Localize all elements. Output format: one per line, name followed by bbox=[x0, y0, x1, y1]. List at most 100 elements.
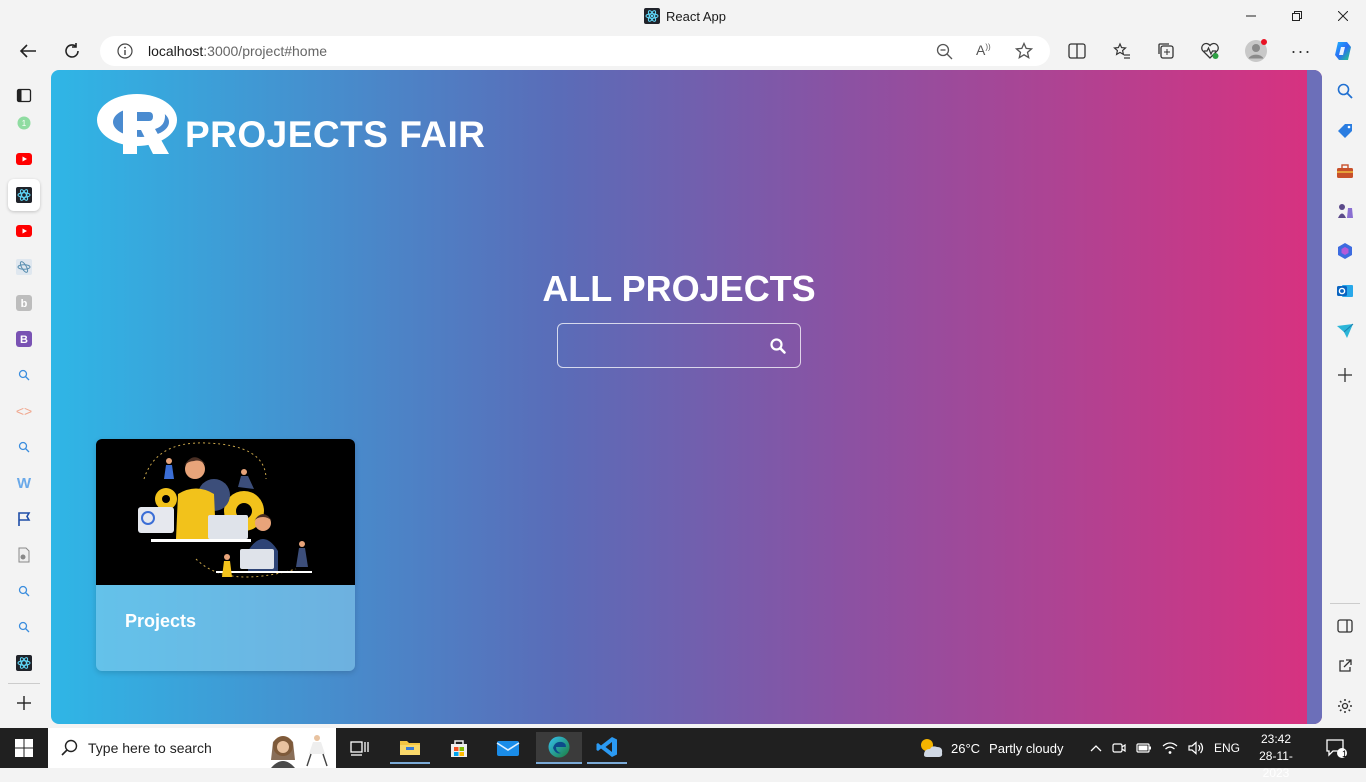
sidebar-games-button[interactable] bbox=[1332, 198, 1358, 224]
file-settings-icon bbox=[18, 547, 30, 563]
avatar-icon bbox=[1245, 39, 1267, 62]
browser-essentials-button[interactable] bbox=[1193, 32, 1227, 70]
tab-youtube-1[interactable] bbox=[8, 143, 40, 175]
search-icon bbox=[18, 369, 30, 381]
battery-icon[interactable] bbox=[1136, 742, 1152, 754]
taskbar-search-box[interactable]: Type here to search bbox=[48, 728, 336, 768]
tab-flag[interactable] bbox=[8, 503, 40, 535]
bootstrap-icon: B bbox=[16, 331, 32, 347]
volume-icon[interactable] bbox=[1188, 741, 1204, 755]
read-aloud-icon[interactable]: A)) bbox=[976, 42, 991, 58]
search-highlight-illustration bbox=[271, 735, 328, 768]
microsoft-store-button[interactable] bbox=[439, 732, 479, 764]
tab-react-docs[interactable] bbox=[8, 251, 40, 283]
minimize-button[interactable] bbox=[1228, 0, 1274, 32]
split-screen-button[interactable] bbox=[1060, 32, 1094, 70]
window-titlebar: React App bbox=[0, 0, 1366, 32]
copilot-icon bbox=[1335, 42, 1351, 60]
edge-sidebar bbox=[1324, 70, 1366, 728]
tab-w-site[interactable]: W bbox=[8, 467, 40, 499]
sidebar-m365-button[interactable] bbox=[1332, 238, 1358, 264]
brand-name: PROJECTS FAIR bbox=[185, 114, 486, 155]
clock[interactable]: 23:42 28-11-2023 bbox=[1246, 731, 1306, 782]
search-icon bbox=[18, 585, 30, 597]
close-icon bbox=[1338, 11, 1348, 21]
mail-button[interactable] bbox=[488, 732, 528, 764]
wifi-icon[interactable] bbox=[1162, 741, 1178, 755]
browser-toolbar: localhost:3000/project#home A)) ··· bbox=[0, 32, 1366, 70]
tab-youtube-2[interactable] bbox=[8, 215, 40, 247]
tab-search-1[interactable] bbox=[8, 359, 40, 391]
tab-react-app-active[interactable] bbox=[8, 179, 40, 211]
file-explorer-button[interactable] bbox=[390, 732, 430, 764]
whatsapp-icon: 1 bbox=[17, 116, 31, 130]
sidebar-search-button[interactable] bbox=[1332, 78, 1358, 104]
collections-button[interactable] bbox=[1149, 32, 1183, 70]
tab-file[interactable] bbox=[8, 539, 40, 571]
task-view-icon bbox=[350, 741, 369, 756]
tab-bing[interactable]: b bbox=[8, 287, 40, 319]
tab-search-3[interactable] bbox=[8, 575, 40, 607]
sidebar-shopping-button[interactable] bbox=[1332, 118, 1358, 144]
chevron-up-icon[interactable] bbox=[1090, 744, 1102, 752]
weather-widget[interactable]: 26°C Partly cloudy bbox=[918, 728, 1063, 768]
sidebar-tools-button[interactable] bbox=[1332, 158, 1358, 184]
refresh-button[interactable] bbox=[55, 32, 89, 70]
tab-react-2[interactable] bbox=[8, 647, 40, 679]
close-button[interactable] bbox=[1320, 0, 1366, 32]
page-scrollbar[interactable] bbox=[1307, 70, 1322, 724]
windows-logo-icon bbox=[15, 739, 33, 757]
tab-search-2[interactable] bbox=[8, 431, 40, 463]
more-dots-icon: ··· bbox=[1290, 40, 1312, 61]
project-card-image bbox=[96, 439, 355, 585]
settings-menu-button[interactable]: ··· bbox=[1284, 32, 1318, 70]
brand-logo-link[interactable]: PROJECTS FAIR bbox=[95, 92, 486, 156]
youtube-icon bbox=[16, 153, 32, 165]
language-indicator[interactable]: ENG bbox=[1214, 741, 1240, 755]
address-bar[interactable]: localhost:3000/project#home A)) bbox=[100, 36, 1050, 66]
favorites-button[interactable] bbox=[1105, 32, 1139, 70]
tab-whatsapp[interactable]: 1 bbox=[8, 107, 40, 139]
tab-bootstrap[interactable]: B bbox=[8, 323, 40, 355]
notification-center-button[interactable]: 1 bbox=[1316, 732, 1356, 764]
new-tab-button[interactable] bbox=[8, 687, 40, 719]
copilot-button[interactable] bbox=[1326, 32, 1360, 70]
sidebar-external-button[interactable] bbox=[1332, 653, 1358, 679]
zoom-out-icon[interactable] bbox=[936, 43, 953, 60]
microsoft365-icon bbox=[1338, 243, 1352, 259]
react-icon bbox=[16, 655, 32, 671]
clock-time: 23:42 bbox=[1260, 732, 1292, 746]
search-icon[interactable] bbox=[768, 336, 788, 356]
window-title-text: React App bbox=[666, 8, 726, 24]
sidebar-add-button[interactable] bbox=[1332, 362, 1358, 388]
edge-taskbar-button[interactable] bbox=[536, 732, 582, 764]
mail-icon bbox=[496, 741, 520, 756]
info-icon[interactable] bbox=[117, 43, 133, 59]
tab-search-4[interactable] bbox=[8, 611, 40, 643]
back-button[interactable] bbox=[11, 32, 45, 70]
sidebar-drop-button[interactable] bbox=[1332, 318, 1358, 344]
meet-now-icon[interactable] bbox=[1112, 741, 1126, 755]
start-button[interactable] bbox=[4, 732, 44, 764]
sidebar-hide-button[interactable] bbox=[1332, 613, 1358, 639]
taskbar-search-placeholder: Type here to search bbox=[88, 740, 212, 756]
favorite-star-icon[interactable] bbox=[1015, 42, 1033, 60]
system-tray: ENG bbox=[1090, 728, 1240, 768]
project-card[interactable]: Projects bbox=[96, 439, 355, 671]
sidebar-divider bbox=[8, 683, 40, 684]
youtube-icon bbox=[16, 225, 32, 237]
sidebar-settings-button[interactable] bbox=[1332, 693, 1358, 719]
search-icon bbox=[1337, 83, 1353, 99]
plus-icon bbox=[1338, 368, 1352, 382]
profile-button[interactable] bbox=[1239, 32, 1273, 70]
url-text[interactable]: localhost:3000/project#home bbox=[148, 43, 327, 59]
tab-code[interactable]: <> bbox=[8, 395, 40, 427]
search-input[interactable] bbox=[566, 334, 756, 358]
svg-text:1: 1 bbox=[22, 119, 27, 128]
vscode-button[interactable] bbox=[587, 732, 627, 764]
restore-button[interactable] bbox=[1274, 0, 1320, 32]
outlook-icon bbox=[1337, 285, 1353, 297]
react-outline-icon bbox=[16, 259, 32, 275]
sidebar-outlook-button[interactable] bbox=[1332, 278, 1358, 304]
task-view-button[interactable] bbox=[340, 732, 380, 764]
